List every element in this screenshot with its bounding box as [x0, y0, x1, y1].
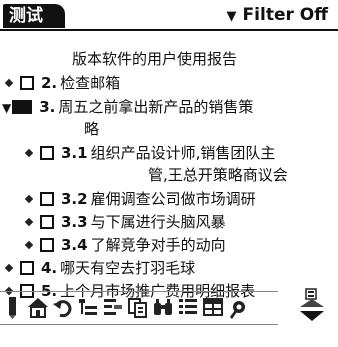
tools-icon[interactable]: [227, 295, 249, 319]
category-tab[interactable]: 测试: [3, 4, 65, 28]
outdent-icon[interactable]: [102, 295, 124, 319]
list-item[interactable]: 3.1 组织产品设计师,销售团队主: [24, 142, 275, 163]
collapsed-diamond-icon[interactable]: [4, 263, 14, 272]
scroll-control[interactable]: [292, 287, 332, 327]
collapsed-diamond-icon[interactable]: [24, 217, 34, 226]
copy-icon[interactable]: [127, 295, 149, 319]
list-item[interactable]: 3.3 与下属进行头脑风暴: [24, 211, 226, 232]
checkbox[interactable]: [20, 260, 34, 275]
list-item[interactable]: ▼ 3. 周五之前拿出新产品的销售策: [2, 96, 253, 117]
checkbox[interactable]: [40, 191, 54, 206]
title-bar: 测试 ▼ Filter Off: [0, 0, 338, 31]
find-icon[interactable]: [152, 295, 174, 319]
list-item[interactable]: 3.2 雇佣调查公司做市场调研: [24, 188, 256, 209]
list-item[interactable]: 4. 哪天有空去打羽毛球: [4, 257, 195, 278]
bottom-toolbar: [0, 287, 338, 331]
scroll-down-icon[interactable]: [300, 311, 324, 321]
expanded-triangle-icon[interactable]: ▼: [2, 101, 11, 115]
list-icon[interactable]: [177, 295, 199, 319]
checkbox-partial[interactable]: [12, 99, 33, 114]
filter-dropdown[interactable]: ▼ Filter Off: [227, 5, 328, 25]
category-label: 测试: [9, 6, 43, 26]
outline-list: 版本软件的用户使用报告 2. 检查邮箱 ▼ 3. 周五之前拿出新产品的销售策 略 3.…: [0, 35, 338, 300]
indent-icon[interactable]: [77, 295, 99, 319]
filter-label: Filter Off: [242, 5, 328, 25]
checkbox[interactable]: [40, 237, 54, 252]
list-item[interactable]: 2. 检查邮箱: [4, 72, 120, 93]
outline-title[interactable]: 版本软件的用户使用报告: [72, 48, 237, 69]
home-icon[interactable]: [27, 295, 49, 319]
undo-icon[interactable]: [52, 295, 74, 319]
checkbox[interactable]: [40, 145, 54, 160]
collapsed-diamond-icon[interactable]: [24, 240, 34, 249]
list-item[interactable]: 3.4 了解竞争对手的动向: [24, 234, 226, 255]
list-item-continuation: 管,王总开策略商议会: [148, 166, 288, 184]
header-divider: [0, 29, 338, 31]
collapsed-diamond-icon[interactable]: [24, 194, 34, 203]
collapsed-diamond-icon[interactable]: [24, 148, 34, 157]
collapsed-diamond-icon[interactable]: [4, 78, 14, 87]
pencil-icon[interactable]: [2, 295, 24, 319]
list-item-continuation: 略: [84, 120, 100, 138]
checkbox[interactable]: [20, 75, 34, 90]
checkbox[interactable]: [40, 214, 54, 229]
scroll-up-icon[interactable]: [300, 299, 324, 307]
dropdown-triangle-icon: ▼: [226, 9, 237, 24]
grid-icon[interactable]: [202, 295, 224, 319]
